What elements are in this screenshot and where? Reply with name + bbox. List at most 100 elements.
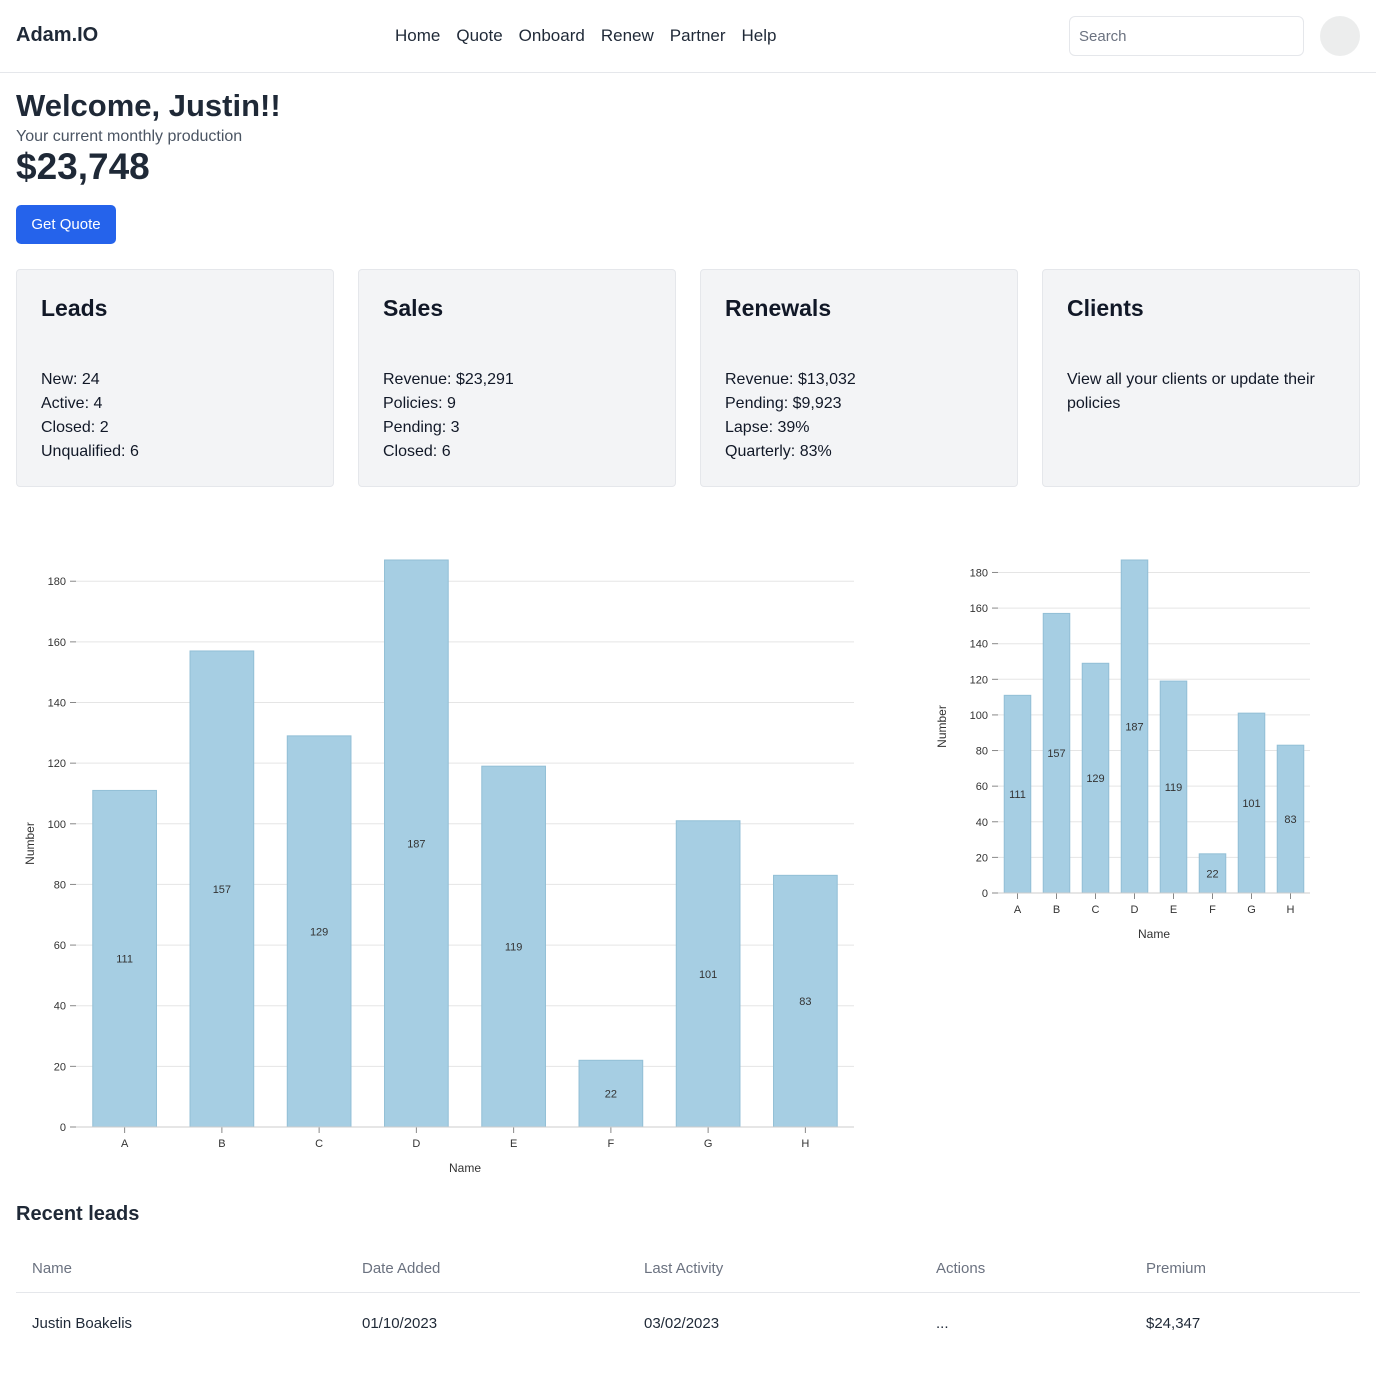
card-line: View all your clients or update their po…	[1067, 371, 1315, 412]
avatar[interactable]	[1320, 16, 1360, 56]
x-tick-label: A	[121, 1138, 129, 1150]
card-title: Sales	[383, 295, 444, 321]
data-label: 101	[1242, 798, 1260, 810]
card-title: Clients	[1067, 295, 1144, 321]
y-tick-label: 120	[48, 758, 66, 770]
y-tick-label: 140	[970, 639, 988, 651]
card-line: Revenue: $23,291	[383, 371, 514, 388]
brand-logo[interactable]: Adam.IO	[16, 24, 98, 47]
lead-last-activity: 03/02/2023	[644, 1315, 720, 1332]
card-line: Lapse: 39%	[725, 419, 810, 436]
card-line: Quarterly: 83%	[725, 443, 832, 460]
y-tick-label: 0	[60, 1122, 66, 1134]
card-line: Active: 4	[41, 395, 103, 412]
x-axis-title: Name	[1138, 927, 1170, 941]
card-sales[interactable]: Sales Revenue: $23,291 Policies: 9 Pendi…	[358, 269, 676, 487]
card-line: Unqualified: 6	[41, 443, 139, 460]
bar-chart-small: 0 20 40 60 80 100 120 140 160 180 111 A 157 B 129 C 187 D…	[935, 559, 1310, 941]
page-title: Welcome, Justin!!	[16, 88, 281, 123]
top-navbar: Adam.IO Home Quote Onboard Renew Partner…	[0, 0, 1376, 73]
x-tick-label: F	[608, 1138, 615, 1150]
table-row[interactable]: Justin Boakelis 01/10/2023 03/02/2023 ..…	[16, 1293, 1360, 1341]
column-header[interactable]: Last Activity	[644, 1260, 723, 1277]
data-label: 119	[1165, 782, 1183, 794]
x-tick-label: D	[1131, 904, 1139, 916]
production-label: Your current monthly production	[16, 128, 243, 145]
card-line: Pending: $9,923	[725, 395, 842, 412]
data-label: 119	[505, 942, 523, 954]
nav-onboard[interactable]: Onboard	[519, 26, 585, 46]
card-line: Revenue: $13,032	[725, 371, 856, 388]
y-tick-label: 80	[54, 879, 66, 891]
y-tick-label: 100	[970, 710, 988, 722]
card-title: Renewals	[725, 295, 832, 321]
recent-leads-table: Name Date Added Last Activity Actions Pr…	[16, 1245, 1360, 1341]
y-tick-label: 180	[970, 567, 988, 579]
x-tick-label: A	[1014, 904, 1022, 916]
x-tick-label: B	[1053, 904, 1060, 916]
card-line: New: 24	[41, 371, 100, 388]
card-title: Leads	[41, 295, 108, 321]
y-tick-label: 100	[48, 819, 66, 831]
data-label: 83	[1284, 814, 1296, 826]
data-label: 187	[1125, 722, 1143, 734]
y-axis-title: Number	[935, 705, 949, 748]
nav-home[interactable]: Home	[395, 26, 440, 46]
card-line: Closed: 2	[41, 419, 109, 436]
x-tick-label: G	[1247, 904, 1256, 916]
production-value: $23,748	[16, 146, 150, 187]
y-tick-label: 80	[976, 746, 988, 758]
y-axis-title: Number	[23, 822, 37, 865]
data-label: 111	[1009, 789, 1026, 801]
main-nav: Home Quote Onboard Renew Partner Help	[395, 26, 776, 46]
nav-partner[interactable]: Partner	[670, 26, 726, 46]
nav-help[interactable]: Help	[742, 26, 777, 46]
x-tick-label: E	[1170, 904, 1177, 916]
y-tick-label: 0	[982, 888, 988, 900]
get-quote-button[interactable]: Get Quote	[16, 205, 116, 244]
nav-quote[interactable]: Quote	[456, 26, 502, 46]
data-label: 22	[605, 1089, 617, 1101]
x-tick-label: C	[1092, 904, 1100, 916]
x-tick-label: H	[801, 1138, 809, 1150]
card-line: Policies: 9	[383, 395, 456, 412]
card-line: Closed: 6	[383, 443, 451, 460]
y-tick-label: 60	[54, 940, 66, 952]
x-tick-label: C	[315, 1138, 323, 1150]
data-label: 22	[1206, 868, 1218, 880]
data-label: 157	[1047, 748, 1065, 760]
bar-chart-large: 0 20 40 60 80 100 120 140 160 180 111 A 157 B 129 C 187 D…	[23, 559, 854, 1175]
data-label: 129	[310, 926, 328, 938]
y-tick-label: 40	[54, 1001, 66, 1013]
card-line: Pending: 3	[383, 419, 460, 436]
lead-premium: $24,347	[1146, 1315, 1201, 1332]
card-leads[interactable]: Leads New: 24 Active: 4 Closed: 2 Unqual…	[16, 269, 334, 487]
y-tick-label: 160	[970, 603, 988, 615]
y-tick-label: 120	[970, 674, 988, 686]
search-input[interactable]	[1069, 16, 1304, 56]
lead-date-added: 01/10/2023	[362, 1315, 438, 1332]
column-header[interactable]: Actions	[936, 1260, 985, 1277]
x-tick-label: H	[1287, 904, 1295, 916]
data-label: 83	[799, 996, 811, 1008]
y-tick-label: 60	[976, 781, 988, 793]
column-header[interactable]: Date Added	[362, 1260, 440, 1277]
table-header-row: Name Date Added Last Activity Actions Pr…	[16, 1245, 1360, 1293]
x-axis-title: Name	[449, 1161, 481, 1175]
nav-renew[interactable]: Renew	[601, 26, 654, 46]
x-tick-label: E	[510, 1138, 517, 1150]
card-renewals[interactable]: Renewals Revenue: $13,032 Pending: $9,92…	[700, 269, 1018, 487]
data-label: 129	[1086, 773, 1104, 785]
data-label: 187	[407, 839, 425, 851]
y-tick-label: 180	[48, 576, 66, 588]
y-tick-label: 40	[976, 817, 988, 829]
column-header[interactable]: Name	[32, 1260, 72, 1277]
lead-actions-menu[interactable]: ...	[936, 1315, 949, 1332]
recent-leads-title: Recent leads	[16, 1203, 140, 1225]
y-tick-label: 20	[54, 1061, 66, 1073]
card-clients[interactable]: Clients View all your clients or update …	[1042, 269, 1360, 487]
column-header[interactable]: Premium	[1146, 1260, 1206, 1277]
x-tick-label: F	[1209, 904, 1216, 916]
data-label: 101	[699, 969, 717, 981]
lead-name[interactable]: Justin Boakelis	[32, 1315, 132, 1332]
